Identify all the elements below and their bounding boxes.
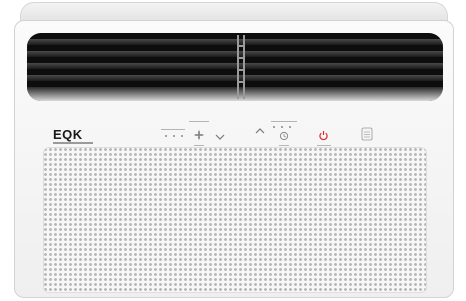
timer-button-label — [279, 145, 289, 146]
timer-labels — [271, 121, 297, 122]
mode-indicator — [173, 135, 175, 137]
brand-logo-tagline — [53, 142, 93, 144]
filter-icon[interactable] — [361, 127, 373, 141]
air-vent — [27, 33, 443, 101]
power-icon[interactable] — [318, 130, 329, 141]
fan-button-label — [194, 145, 204, 146]
chevron-down-icon[interactable] — [215, 133, 225, 141]
timer-indicator — [273, 126, 275, 128]
timer-indicator — [289, 126, 291, 128]
power-button-label — [317, 145, 331, 146]
fan-icon[interactable] — [193, 129, 205, 141]
mode-labels — [161, 129, 185, 130]
timer-indicator — [281, 126, 283, 128]
unit-body: EQK — [14, 20, 454, 298]
vent-adjust-handle[interactable] — [233, 35, 249, 99]
mode-indicator — [181, 135, 183, 137]
chevron-up-icon[interactable] — [255, 127, 265, 135]
timer-icon[interactable] — [279, 131, 289, 141]
mode-indicator — [165, 135, 167, 137]
intake-grille — [43, 147, 427, 293]
brand-logo: EQK — [53, 127, 83, 142]
air-conditioner-unit: EQK — [14, 2, 454, 298]
fan-speed-labels — [189, 121, 209, 122]
